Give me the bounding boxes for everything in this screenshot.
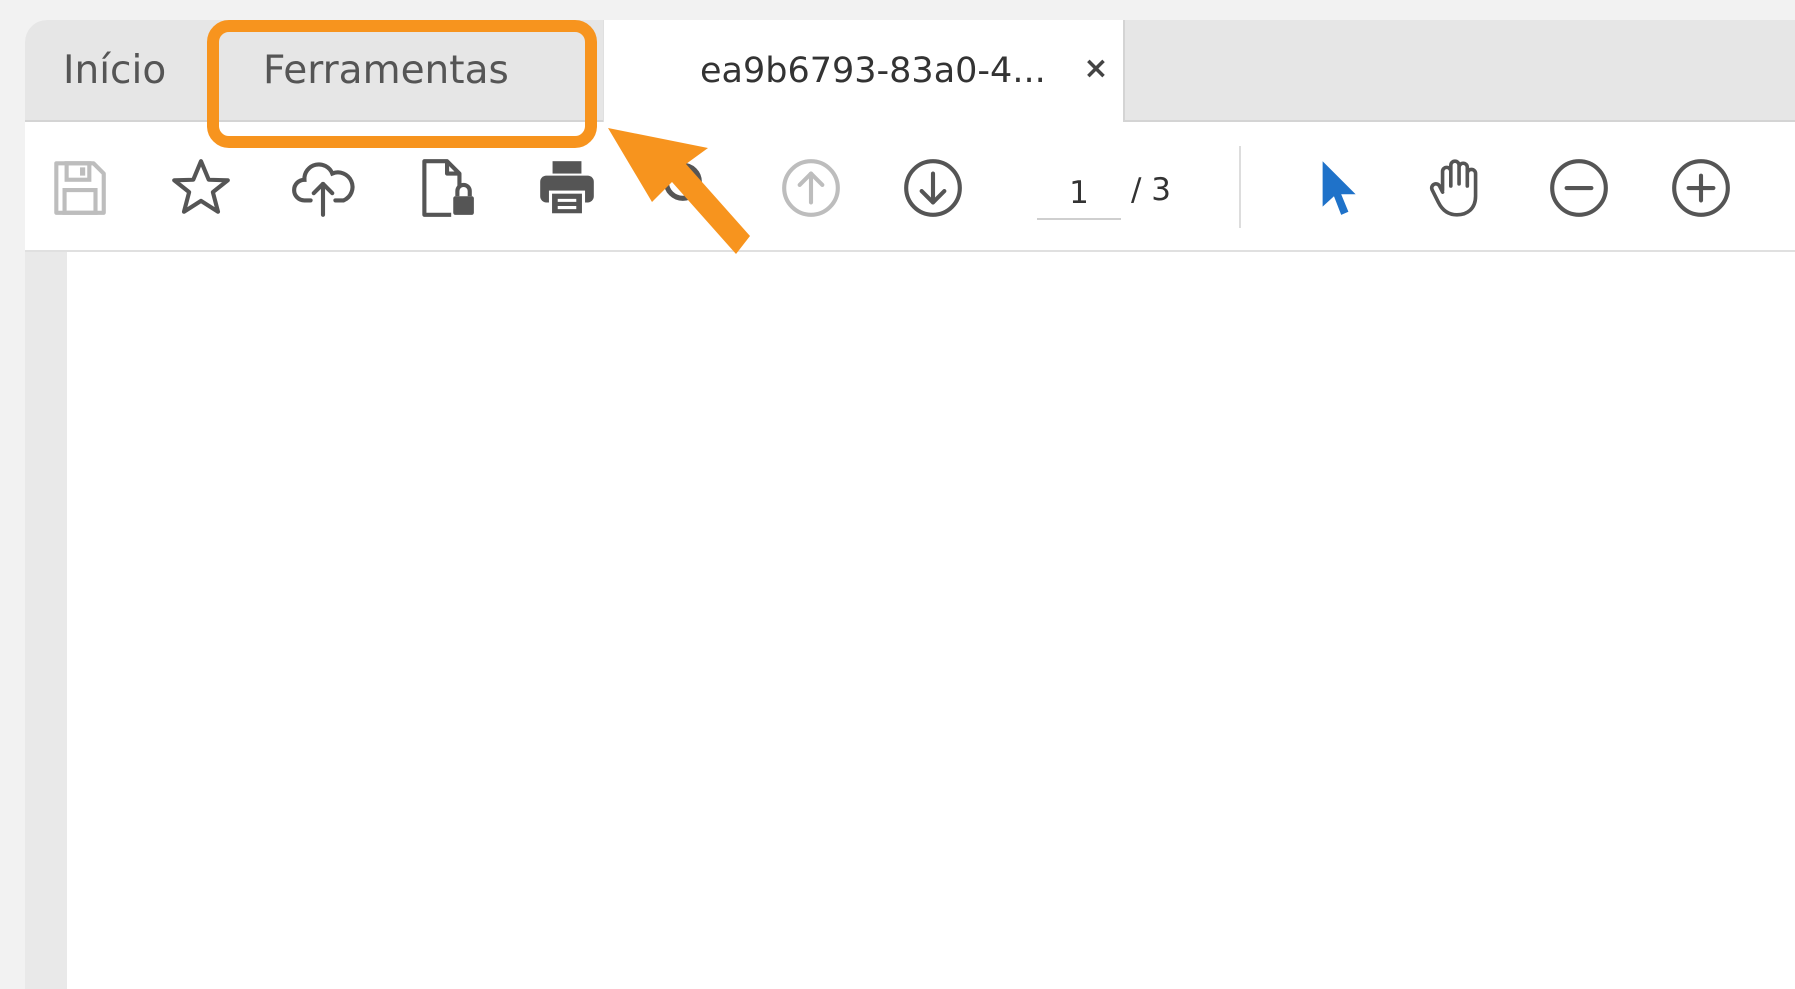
page-down-icon xyxy=(904,159,962,217)
tab-document[interactable]: ea9b6793-83a0-4... × xyxy=(603,20,1125,122)
protect-button[interactable] xyxy=(409,152,481,224)
protect-document-icon xyxy=(422,159,474,217)
tab-home-label: Início xyxy=(63,47,167,93)
document-gutter xyxy=(25,252,67,989)
page-up-button[interactable] xyxy=(775,152,847,224)
select-tool-button[interactable] xyxy=(1299,152,1371,224)
tab-document-label: ea9b6793-83a0-4... xyxy=(700,51,1046,91)
close-icon[interactable]: × xyxy=(1078,50,1114,86)
zoom-out-button[interactable] xyxy=(1543,152,1615,224)
select-cursor-icon xyxy=(1322,161,1356,215)
toolbar-divider xyxy=(1239,146,1241,228)
page-down-button[interactable] xyxy=(897,152,969,224)
zoom-in-button[interactable] xyxy=(1665,152,1737,224)
hand-tool-button[interactable] xyxy=(1421,152,1493,224)
star-icon xyxy=(172,159,230,214)
zoom-out-icon xyxy=(1550,159,1608,217)
cloud-upload-icon xyxy=(292,162,355,217)
save-button[interactable] xyxy=(43,152,115,224)
page-number-input[interactable] xyxy=(1037,168,1121,220)
acrobat-window: Início Ferramentas ea9b6793-83a0-4... × xyxy=(25,20,1795,989)
page-total: / 3 xyxy=(1131,172,1172,208)
save-icon xyxy=(54,161,106,215)
tools-tab-highlight xyxy=(207,20,597,148)
upload-button[interactable] xyxy=(287,152,359,224)
zoom-in-icon xyxy=(1672,159,1730,217)
page-up-icon xyxy=(782,159,840,217)
bookmark-button[interactable] xyxy=(165,152,237,224)
pointer-arrow-icon xyxy=(608,128,750,254)
tab-home[interactable]: Início xyxy=(63,20,166,120)
document-view[interactable] xyxy=(25,252,1795,989)
hand-icon xyxy=(1429,159,1478,217)
